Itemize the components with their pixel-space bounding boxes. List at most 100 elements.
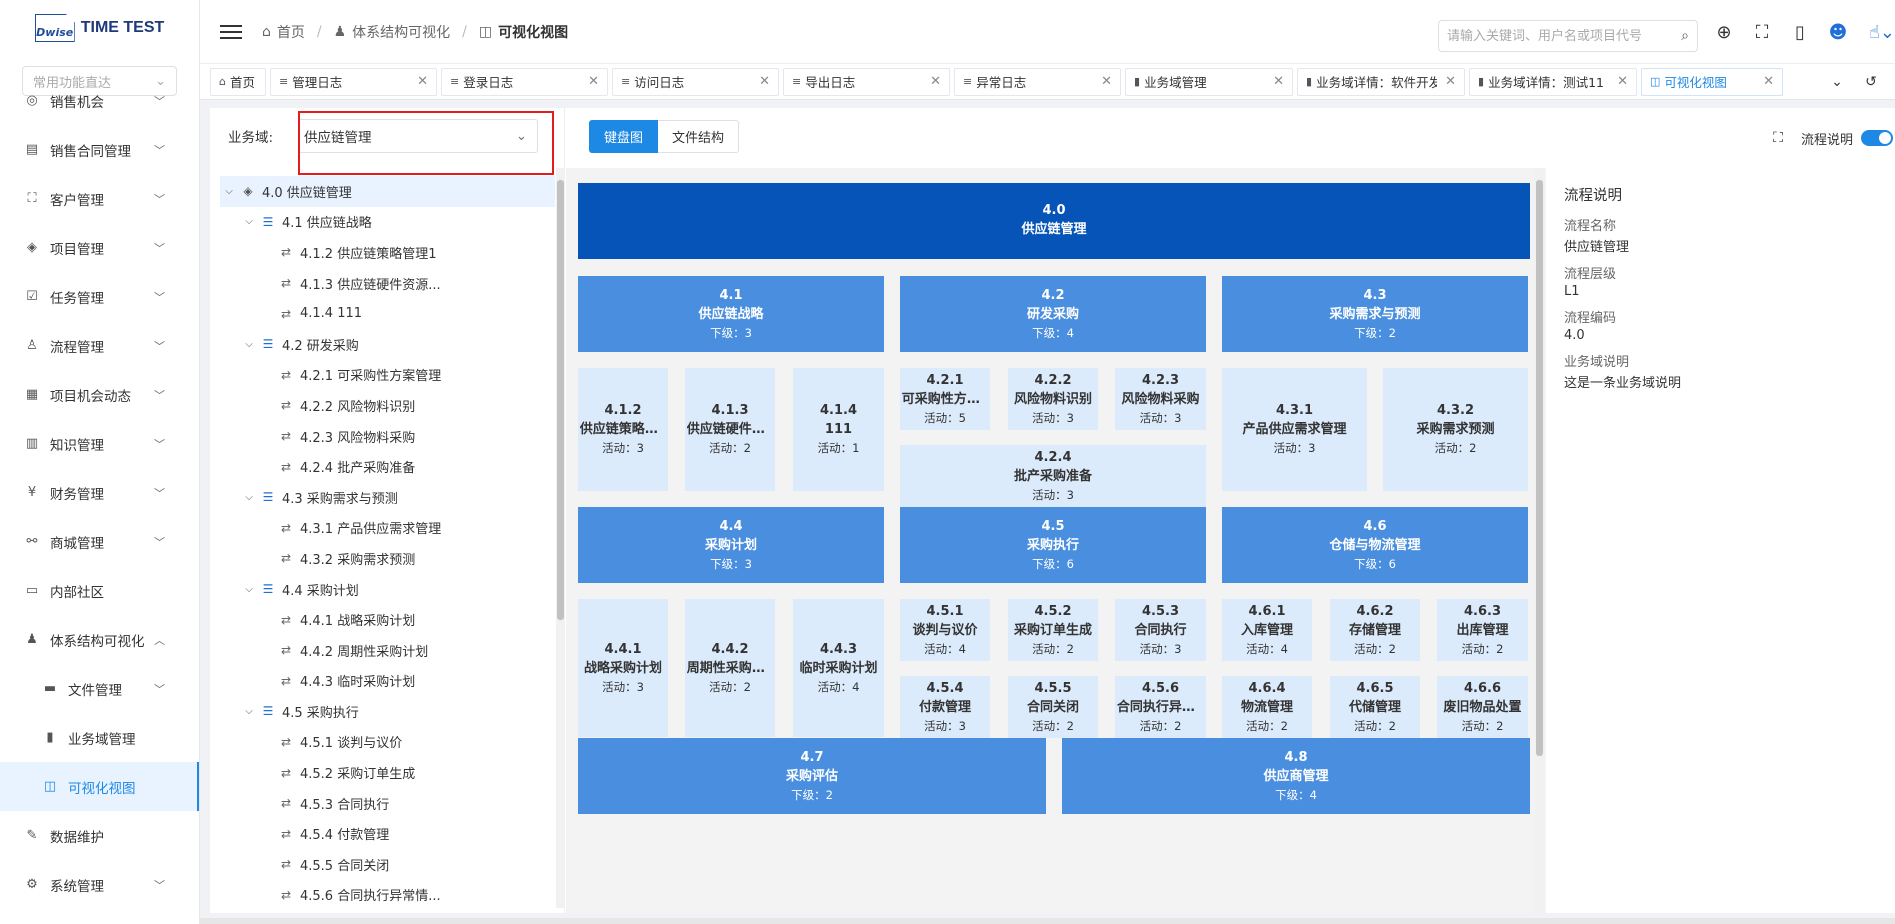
close-icon[interactable]: ✕	[759, 74, 770, 89]
tree-node[interactable]: ⇄ 4.2.3 风险物料采购	[220, 421, 555, 452]
tree-node[interactable]: ⇄ 4.1.4 111	[220, 298, 555, 329]
tab-file-structure[interactable]: 文件结构	[658, 120, 740, 153]
add-circle-icon[interactable]: ⊕	[1710, 18, 1738, 46]
tab-access-log[interactable]: ≡ 访问日志 ✕	[612, 67, 779, 96]
tree-node[interactable]: ⌵ ◈ 4.0 供应链管理	[220, 176, 555, 207]
breadcrumb-home[interactable]: 首页	[277, 22, 305, 42]
leaf-node[interactable]: 4.6.2 存储管理 活动：2	[1330, 599, 1420, 661]
caret-down-icon[interactable]: ⌵	[222, 186, 236, 197]
sidebar-item-domain-management[interactable]: ▮ 业务域管理	[0, 713, 199, 762]
tree-node[interactable]: ⌵ ☰ 4.3 采购需求与预测	[220, 482, 555, 513]
sidebar-item-community[interactable]: ▭ 内部社区	[0, 566, 199, 615]
tree-node[interactable]: ⌵ ☰ 4.2 研发采购	[220, 329, 555, 360]
close-icon[interactable]: ✕	[588, 74, 599, 89]
sidebar-item-data-maintenance[interactable]: ✎ 数据维护	[0, 811, 199, 860]
board-scrollbar[interactable]	[1535, 168, 1544, 913]
close-icon[interactable]: ✕	[1617, 74, 1628, 89]
sidebar-item-visual-view[interactable]: ◫ 可视化视图	[0, 762, 199, 811]
caret-down-icon[interactable]: ⌵	[242, 492, 256, 503]
group-node[interactable]: 4.2 研发采购 下级：4	[900, 276, 1206, 352]
tab-login-log[interactable]: ≡ 登录日志 ✕	[441, 67, 608, 96]
leaf-node[interactable]: 4.2.1 可采购性方案管理活动：5	[900, 368, 990, 430]
tab-export-log[interactable]: ≡ 导出日志 ✕	[783, 67, 950, 96]
tab-domain-management[interactable]: ▮ 业务域管理 ✕	[1125, 67, 1293, 96]
leaf-node[interactable]: 4.2.4 批产采购准备 活动：3	[900, 445, 1206, 507]
tree-node[interactable]: ⌵ ☰ 4.1 供应链战略	[220, 207, 555, 238]
leaf-node[interactable]: 4.2.3 风险物料采购 活动：3	[1115, 368, 1206, 430]
sidebar-item-system[interactable]: ⚙ 系统管理 ﹀	[0, 860, 199, 909]
caret-down-icon[interactable]: ⌵	[242, 339, 256, 350]
robot-icon[interactable]: ☻	[1824, 18, 1852, 46]
tab-visual-view[interactable]: ◫ 可视化视图 ✕	[1641, 67, 1783, 96]
tree-node[interactable]: ⌵ ☰ 4.5 采购执行	[220, 696, 555, 727]
caret-down-icon[interactable]: ⌵	[242, 706, 256, 717]
tree-node[interactable]: ⇄ 4.1.3 供应链硬件资源...	[220, 268, 555, 299]
sidebar-item-sales-opportunity[interactable]: ◎ 销售机会 ﹀	[0, 76, 199, 125]
tree-node[interactable]: ⇄ 4.4.3 临时采购计划	[220, 666, 555, 697]
leaf-node[interactable]: 4.6.4 物流管理 活动：2	[1222, 676, 1312, 738]
leaf-node[interactable]: 4.3.1 产品供应需求管理 活动：3	[1222, 368, 1367, 491]
mobile-icon[interactable]: ▯	[1786, 18, 1814, 46]
tree-node[interactable]: ⇄ 4.3.1 产品供应需求管理	[220, 513, 555, 544]
search-input[interactable]	[1447, 28, 1682, 44]
close-icon[interactable]: ✕	[1273, 74, 1284, 89]
logo[interactable]: Dwise TIME TEST	[0, 0, 199, 56]
leaf-node[interactable]: 4.1.4 111 活动：1	[793, 368, 884, 491]
sidebar-item-architecture[interactable]: ♟ 体系结构可视化 ︿	[0, 615, 199, 664]
breadcrumb-parent[interactable]: 体系结构可视化	[352, 22, 450, 42]
menu-toggle-icon[interactable]	[220, 21, 242, 43]
tree-node[interactable]: ⇄ 4.5.6 合同执行异常情...	[220, 880, 555, 906]
tree-node[interactable]: ⇄ 4.2.1 可采购性方案管理	[220, 360, 555, 391]
leaf-node[interactable]: 4.2.2 风险物料识别 活动：3	[1008, 368, 1098, 430]
tab-home[interactable]: ⌂ 首页	[210, 67, 266, 96]
root-node[interactable]: 4.0 供应链管理	[578, 183, 1530, 259]
leaf-node[interactable]: 4.1.3 供应链硬件资源 活动：2	[685, 368, 775, 491]
group-node[interactable]: 4.7 采购评估 下级：2	[578, 738, 1046, 814]
leaf-node[interactable]: 4.6.3 出库管理 活动：2	[1437, 599, 1528, 661]
leaf-node[interactable]: 4.4.1 战略采购计划 活动：3	[578, 599, 668, 737]
fullscreen-icon[interactable]: ⛶	[1748, 18, 1776, 46]
tree-node[interactable]: ⇄ 4.4.2 周期性采购计划	[220, 635, 555, 666]
leaf-node[interactable]: 4.5.2 采购订单生成 活动：2	[1008, 599, 1098, 661]
domain-select[interactable]: 供应链管理 ⌄	[298, 119, 538, 153]
leaf-node[interactable]: 4.6.5 代储管理 活动：2	[1330, 676, 1420, 738]
tab-board-view[interactable]: 键盘图	[589, 120, 659, 153]
group-node[interactable]: 4.3 采购需求与预测 下级：2	[1222, 276, 1528, 352]
leaf-node[interactable]: 4.4.3 临时采购计划 活动：4	[793, 599, 884, 737]
tree-node[interactable]: ⇄ 4.5.2 采购订单生成	[220, 757, 555, 788]
chevron-down-icon[interactable]: ⌄	[1823, 68, 1851, 96]
leaf-node[interactable]: 4.5.5 合同关闭 活动：2	[1008, 676, 1098, 738]
caret-down-icon[interactable]: ⌵	[242, 584, 256, 595]
sidebar-item-sales-contract[interactable]: ▤ 销售合同管理 ﹀	[0, 125, 199, 174]
tree-node[interactable]: ⇄ 4.1.2 供应链策略管理1	[220, 237, 555, 268]
group-node[interactable]: 4.4 采购计划 下级：3	[578, 507, 884, 583]
group-node[interactable]: 4.6 仓储与物流管理 下级：6	[1222, 507, 1528, 583]
sidebar-item-task[interactable]: ☑ 任务管理 ﹀	[0, 272, 199, 321]
tab-manage-log[interactable]: ≡ 管理日志 ✕	[270, 67, 437, 96]
leaf-node[interactable]: 4.5.3 合同执行 活动：3	[1115, 599, 1206, 661]
tree-scrollbar[interactable]	[556, 168, 565, 908]
expand-icon[interactable]: ⛶	[1773, 130, 1783, 146]
sidebar-item-project[interactable]: ◈ 项目管理 ﹀	[0, 223, 199, 272]
group-node[interactable]: 4.5 采购执行 下级：6	[900, 507, 1206, 583]
leaf-node[interactable]: 4.1.2 供应链策略管理1 活动：3	[578, 368, 668, 491]
sidebar-item-customer[interactable]: ⛶ 客户管理 ﹀	[0, 174, 199, 223]
close-icon[interactable]: ✕	[1101, 74, 1112, 89]
tab-domain-detail-software[interactable]: ▮ 业务域详情：软件开发 ✕	[1297, 67, 1465, 96]
tree-node[interactable]: ⇄ 4.5.5 合同关闭	[220, 849, 555, 880]
tab-error-log[interactable]: ≡ 异常日志 ✕	[954, 67, 1121, 96]
close-icon[interactable]: ✕	[930, 74, 941, 89]
history-icon[interactable]: ↺	[1857, 68, 1885, 96]
sidebar-item-mall[interactable]: ⚯ 商城管理 ﹀	[0, 517, 199, 566]
sidebar-item-file-management[interactable]: ▬ 文件管理 ﹀	[0, 664, 199, 713]
tree-node[interactable]: ⇄ 4.5.4 付款管理	[220, 818, 555, 849]
caret-down-icon[interactable]: ⌵	[242, 216, 256, 227]
leaf-node[interactable]: 4.6.1 入库管理 活动：4	[1222, 599, 1312, 661]
close-icon[interactable]: ✕	[1763, 74, 1774, 89]
tree-node[interactable]: ⇄ 4.4.1 战略采购计划	[220, 604, 555, 635]
sidebar-item-project-dynamics[interactable]: ▦ 项目机会动态 ﹀	[0, 370, 199, 419]
leaf-node[interactable]: 4.5.1 谈判与议价 活动：4	[900, 599, 990, 661]
leaf-node[interactable]: 4.3.2 采购需求预测 活动：2	[1383, 368, 1528, 491]
touch-icon[interactable]: ☝⌄	[1862, 18, 1895, 46]
sidebar-item-process[interactable]: ♙ 流程管理 ﹀	[0, 321, 199, 370]
